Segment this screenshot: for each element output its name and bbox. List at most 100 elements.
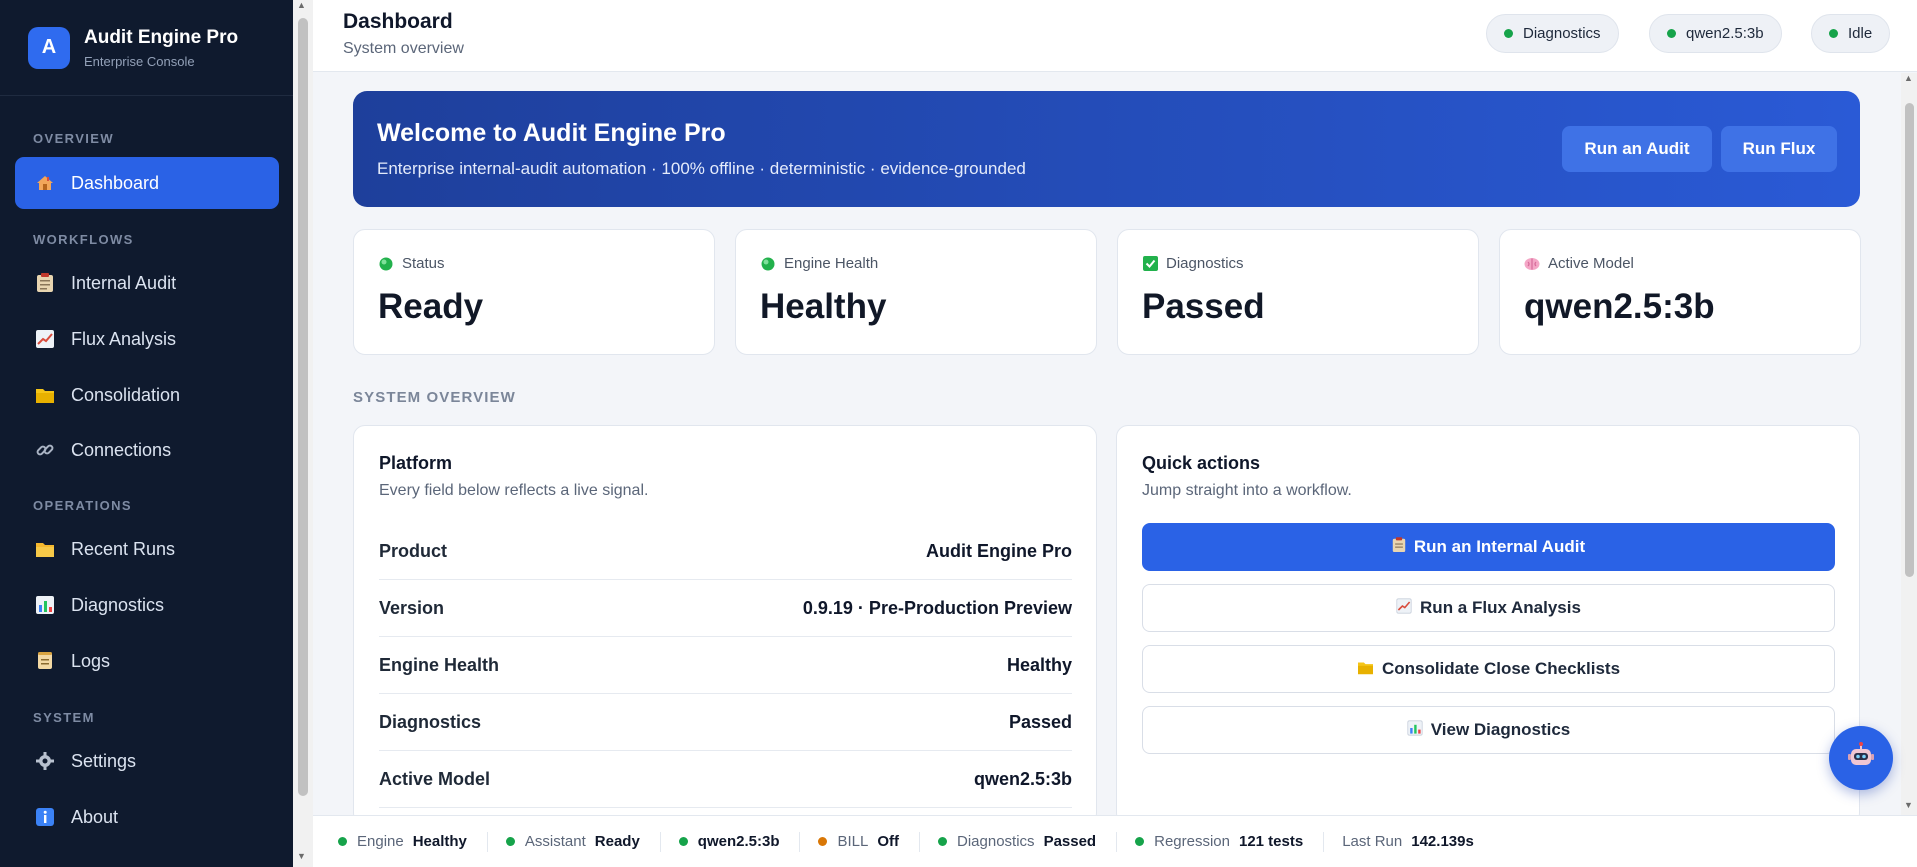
platform-row-active-model: Active Model qwen2.5:3b [379,751,1072,808]
row-value: 0.9.19 · Pre-Production Preview [802,597,1072,618]
row-key: Engine Health [379,654,500,675]
brand-subtitle: Enterprise Console [84,53,195,69]
stat-value: Ready [378,287,484,326]
nav-section-operations: OPERATIONS [33,498,132,513]
brand-title: Audit Engine Pro [84,26,239,48]
clipboard-icon [1392,537,1406,557]
page-title: Dashboard [343,10,453,33]
sidebar-item-consolidation[interactable]: Consolidation [15,369,279,421]
main-scrollbar-thumb[interactable] [1905,103,1914,577]
sidebar-item-flux-analysis[interactable]: Flux Analysis [15,313,279,365]
sidebar-item-label: Diagnostics [71,594,165,615]
row-key: Active Model [379,768,491,789]
status-label: Engine [357,833,404,850]
platform-row-version: Version 0.9.19 · Pre-Production Preview [379,580,1072,637]
section-heading-system-overview: SYSTEM OVERVIEW [353,389,516,406]
button-label: Run a Flux Analysis [1420,598,1581,617]
sidebar-item-connections[interactable]: Connections [15,424,279,476]
consolidate-checklists-button[interactable]: Consolidate Close Checklists [1142,645,1835,693]
platform-row-engine-health: Engine Health Healthy [379,637,1072,694]
status-value: Healthy [412,833,467,850]
stat-card-engine-health: Engine Health Healthy [735,229,1097,355]
brand-logo: A [28,26,70,69]
brand[interactable]: A Audit Engine Pro Enterprise Console [0,0,293,96]
stat-label-row: Diagnostics [1142,255,1244,272]
stat-card-diagnostics: Diagnostics Passed [1117,229,1479,355]
button-label: Consolidate Close Checklists [1381,659,1621,678]
row-value: Audit Engine Pro [926,540,1072,561]
header-pill-idle[interactable]: Idle [1811,14,1891,53]
status-label: Assistant [524,833,586,850]
sidebar-item-diagnostics[interactable]: Diagnostics [15,579,279,631]
welcome-banner: Welcome to Audit Engine Pro Enterprise i… [353,91,1860,207]
stat-label-row: Active Model [1524,255,1634,272]
scroll-up-arrow-icon[interactable]: ▲ [1904,73,1913,83]
status-dot-icon [1135,837,1145,846]
view-diagnostics-button[interactable]: View Diagnostics [1142,706,1835,754]
link-icon [34,439,56,461]
stat-label: Diagnostics [1166,255,1244,272]
header-pill-model[interactable]: qwen2.5:3b [1649,14,1782,53]
scroll-down-arrow-icon[interactable]: ▼ [297,851,306,861]
pill-label: Idle [1848,25,1873,42]
button-label: Run an Internal Audit [1413,537,1586,556]
row-key: Diagnostics [379,711,482,732]
brand-text: Audit Engine Pro Enterprise Console [84,27,238,69]
scroll-down-arrow-icon[interactable]: ▼ [1904,800,1913,810]
sidebar-item-label: Internal Audit [71,272,177,293]
status-assistant: Assistant Ready [505,831,661,852]
platform-card: Platform Every field below reflects a li… [353,425,1097,825]
status-diagnostics: Diagnostics Passed [938,831,1118,852]
status-bill: BILL Off [818,831,921,852]
stat-value: Passed [1142,287,1265,326]
status-last-run: Last Run 142.139s [1342,832,1494,852]
sidebar-item-label: Logs [71,650,111,671]
sidebar-item-internal-audit[interactable]: Internal Audit [15,257,279,309]
stat-value: qwen2.5:3b [1524,287,1715,326]
status-dot-icon [1829,29,1838,38]
welcome-title: Welcome to Audit Engine Pro [377,119,726,147]
quick-actions-subtitle: Jump straight into a workflow. [1142,482,1352,499]
row-value: Healthy [1006,654,1072,675]
button-label: View Diagnostics [1430,720,1571,739]
platform-subtitle: Every field below reflects a live signal… [379,482,649,499]
status-engine: Engine Healthy [338,831,488,852]
trend-chart-icon [34,328,56,350]
sidebar-item-dashboard[interactable]: Dashboard [15,157,279,209]
stat-label-row: Engine Health [760,255,878,272]
status-value: Ready [594,833,640,850]
stat-label-row: Status [378,255,445,272]
status-dot-icon [338,837,347,846]
quick-actions-card: Quick actions Jump straight into a workf… [1116,425,1860,825]
run-audit-button[interactable]: Run an Audit [1562,126,1712,172]
status-value: 121 tests [1238,833,1304,850]
sidebar-item-settings[interactable]: Settings [15,735,279,787]
status-bar: Engine Healthy Assistant Ready qwen2.5:3… [313,815,1917,867]
sidebar-scrollbar-thumb[interactable] [298,18,308,796]
run-flux-analysis-button[interactable]: Run a Flux Analysis [1142,584,1835,632]
info-icon [34,806,56,828]
row-value: Passed [1008,711,1072,732]
status-value: qwen2.5:3b [697,833,780,850]
header-pill-diagnostics[interactable]: Diagnostics [1486,14,1619,53]
folder-tabs-icon [1357,660,1374,679]
assistant-fab-button[interactable] [1829,726,1893,790]
sidebar-item-label: Dashboard [71,172,160,193]
gear-icon [34,750,56,772]
status-label: Regression [1154,833,1230,850]
sidebar-scrollbar[interactable]: ▲ ▼ [293,0,313,867]
stat-label: Engine Health [784,255,879,272]
status-label: BILL [837,833,869,850]
main-scrollbar[interactable]: ▲ ▼ [1901,73,1917,815]
sidebar-item-label: Settings [71,750,137,771]
sidebar-item-about[interactable]: About [15,791,279,843]
status-value: 142.139s [1411,833,1474,850]
sidebar-item-logs[interactable]: Logs [15,635,279,687]
sidebar-item-label: About [71,806,119,827]
run-flux-button[interactable]: Run Flux [1721,126,1837,172]
status-label: Last Run [1342,833,1403,850]
sidebar-item-recent-runs[interactable]: Recent Runs [15,523,279,575]
scroll-up-arrow-icon[interactable]: ▲ [297,0,306,10]
row-key: Version [379,597,445,618]
run-internal-audit-button[interactable]: Run an Internal Audit [1142,523,1835,571]
